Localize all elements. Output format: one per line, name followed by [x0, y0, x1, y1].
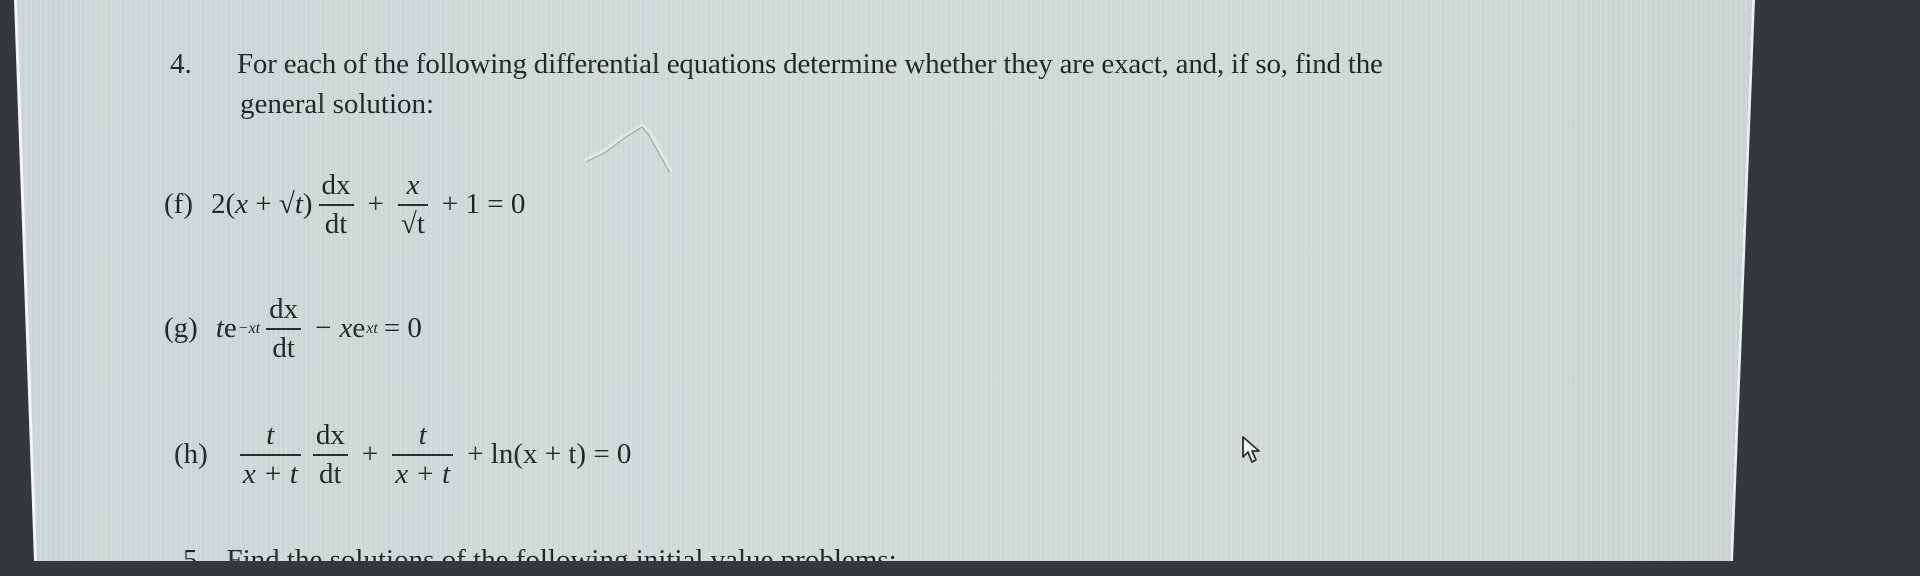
eq-g-exponent2: xt	[366, 319, 378, 337]
document-page: 4. For each of the following differentia…	[16, 0, 1752, 561]
frac-numerator: dx	[269, 293, 299, 325]
smudge-mark	[584, 123, 674, 174]
equation-label: (h)	[174, 438, 208, 471]
eq-g-tail: = 0	[383, 312, 422, 345]
eq-f-derivative: dx dt	[318, 169, 354, 241]
equation-f: (f) 2( x + √ t ) dx dt + x √t + 1 = 0	[164, 170, 525, 240]
equation-label: (g)	[164, 312, 198, 345]
fraction-bar	[266, 328, 302, 331]
eq-f-coef: 2(	[210, 188, 236, 221]
frac-denominator: dt	[272, 332, 295, 365]
frac-numerator: t	[418, 419, 427, 451]
eq-f-plus: +	[248, 188, 279, 221]
eq-f-sqrt: √	[278, 188, 295, 221]
eq-g-e2: e	[352, 312, 366, 345]
eq-h-fraction2: t x + t	[392, 419, 454, 491]
eq-f-tail: + 1 = 0	[441, 188, 526, 221]
equation-g: (g) t e −xt dx dt − x e xt = 0	[164, 294, 422, 364]
mouse-pointer-arrow-icon	[1242, 436, 1260, 463]
frac-denominator: x + t	[242, 458, 298, 491]
eq-f-t: t	[294, 188, 303, 221]
fraction-bar	[239, 454, 301, 457]
fraction-bar	[392, 454, 454, 457]
eq-f-close: )	[302, 188, 313, 221]
question-number: 4.	[170, 48, 192, 80]
eq-g-derivative: dx dt	[266, 293, 302, 365]
eq-g-minus: −	[315, 312, 332, 345]
eq-g-e: e	[223, 312, 237, 345]
eq-f-fraction: x √t	[397, 169, 428, 241]
eq-h-tail: + ln(x + t) = 0	[467, 438, 632, 471]
question-text-line2: general solution:	[240, 88, 435, 120]
frac-numerator: t	[266, 419, 275, 451]
eq-g-t: t	[215, 312, 224, 345]
fraction-bar	[318, 204, 354, 207]
eq-h-fraction1: t x + t	[239, 419, 301, 491]
eq-g-x: x	[339, 312, 353, 345]
frac-denominator: dt	[324, 208, 348, 241]
fraction-bar	[312, 454, 348, 457]
frac-numerator: dx	[315, 419, 345, 451]
question-text-line1: For each of the following differential e…	[237, 48, 1383, 80]
eq-h-plus: +	[361, 438, 379, 471]
frac-denominator: √t	[400, 208, 425, 241]
fraction-bar	[397, 204, 428, 207]
eq-f-x: x	[235, 188, 249, 221]
eq-h-derivative: dx dt	[312, 419, 348, 491]
frac-denominator: dt	[319, 458, 342, 491]
equation-label: (f)	[164, 188, 193, 221]
frac-numerator: x	[406, 169, 420, 201]
frac-denominator: x + t	[395, 458, 451, 491]
equation-h: (h) t x + t dx dt + t x + t + ln(x + t) …	[174, 420, 631, 490]
frac-numerator: dx	[321, 169, 351, 201]
eq-g-exponent: −xt	[237, 319, 261, 337]
eq-f-plus2: +	[367, 188, 384, 221]
